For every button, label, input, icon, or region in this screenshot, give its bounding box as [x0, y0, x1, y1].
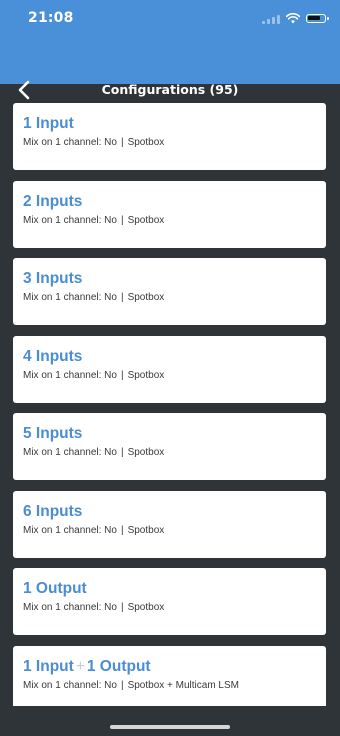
item-title: 3 Inputs [23, 270, 83, 287]
page-title: Configurations (95) [101, 82, 239, 97]
item-subtitle: Mix on 1 channel: No | Spotbox [23, 446, 316, 459]
item-subtitle: Mix on 1 channel: No | Spotbox [23, 601, 316, 614]
list-item[interactable]: 1 Input Mix on 1 channel: No | Spotbox [13, 103, 326, 170]
item-subtitle: Mix on 1 channel: No | Spotbox + Multicam … [23, 679, 316, 692]
item-subtitle: Mix on 1 channel: No | Spotbox [23, 136, 316, 149]
item-title: 5 Inputs [23, 425, 83, 442]
item-title: 1 Input +1 Output [23, 658, 316, 676]
mix-label: Mix on 1 channel: No [23, 214, 117, 226]
mix-label: Mix on 1 channel: No [23, 679, 117, 691]
item-subtitle: Mix on 1 channel: No | Spotbox [23, 524, 316, 537]
item-subtitle: Mix on 1 channel: No | Spotbox [23, 214, 316, 227]
configurations-list: 1 Input Mix on 1 channel: No | Spotbox 2 I… [13, 103, 326, 723]
device-label: Spotbox [127, 214, 165, 226]
item-title: 2 Inputs [23, 192, 83, 210]
item-title: 1 Input [23, 115, 74, 132]
mix-label: Mix on 1 channel: No [23, 524, 117, 536]
home-indicator[interactable] [110, 725, 230, 729]
plus-sign: + [75, 657, 85, 675]
mix-label: Mix on 1 channel: No [23, 447, 117, 458]
separator: | [120, 524, 124, 536]
item-title: 4 Inputs [23, 347, 83, 365]
item-subtitle: Mix on 1 channel: No | Spotbox [23, 369, 316, 382]
device-label: Spotbox + Multicam LSM [127, 679, 239, 691]
separator: | [120, 602, 124, 613]
device-label: Spotbox [127, 524, 165, 536]
separator: | [120, 447, 124, 458]
mix-label: Mix on 1 channel: No [23, 602, 117, 613]
separator: | [120, 292, 124, 303]
signal-bars-icon [262, 14, 280, 24]
list-item[interactable]: 2 Inputs Mix on 1 channel: No | Spotbox [13, 180, 326, 248]
separator: | [120, 214, 124, 226]
status-icons [262, 13, 329, 24]
device-label: Spotbox [127, 137, 165, 148]
separator: | [120, 137, 124, 148]
mix-label: Mix on 1 channel: No [23, 369, 117, 381]
wifi-icon [286, 13, 300, 24]
device-label: Spotbox [127, 292, 165, 303]
bottom-area [0, 706, 340, 736]
status-bar: 21:08 [0, 0, 340, 84]
separator: | [120, 679, 124, 691]
item-title: 1 Output [23, 580, 87, 597]
list-item[interactable]: 3 Inputs Mix on 1 channel: No | Spotbox [13, 258, 326, 325]
item-title-part-a: 1 Input [23, 657, 74, 675]
battery-icon [306, 14, 329, 23]
device-label: Spotbox [127, 369, 165, 381]
device-label: Spotbox [127, 602, 165, 613]
list-item[interactable]: 6 Inputs Mix on 1 channel: No | Spotbox [13, 490, 326, 558]
list-item[interactable]: 1 Input +1 Output Mix on 1 channel: No | Sp… [13, 645, 326, 713]
item-subtitle: Mix on 1 channel: No | Spotbox [23, 291, 316, 304]
item-title-part-b: 1 Output [86, 657, 151, 675]
list-item[interactable]: 4 Inputs Mix on 1 channel: No | Spotbox [13, 335, 326, 403]
item-title: 6 Inputs [23, 502, 83, 520]
list-item[interactable]: 5 Inputs Mix on 1 channel: No | Spotbox [13, 413, 326, 480]
mix-label: Mix on 1 channel: No [23, 292, 117, 303]
status-time: 21:08 [28, 10, 74, 26]
separator: | [120, 369, 124, 381]
mix-label: Mix on 1 channel: No [23, 137, 117, 148]
list-item[interactable]: 1 Output Mix on 1 channel: No | Spotbox [13, 568, 326, 635]
device-label: Spotbox [127, 447, 165, 458]
